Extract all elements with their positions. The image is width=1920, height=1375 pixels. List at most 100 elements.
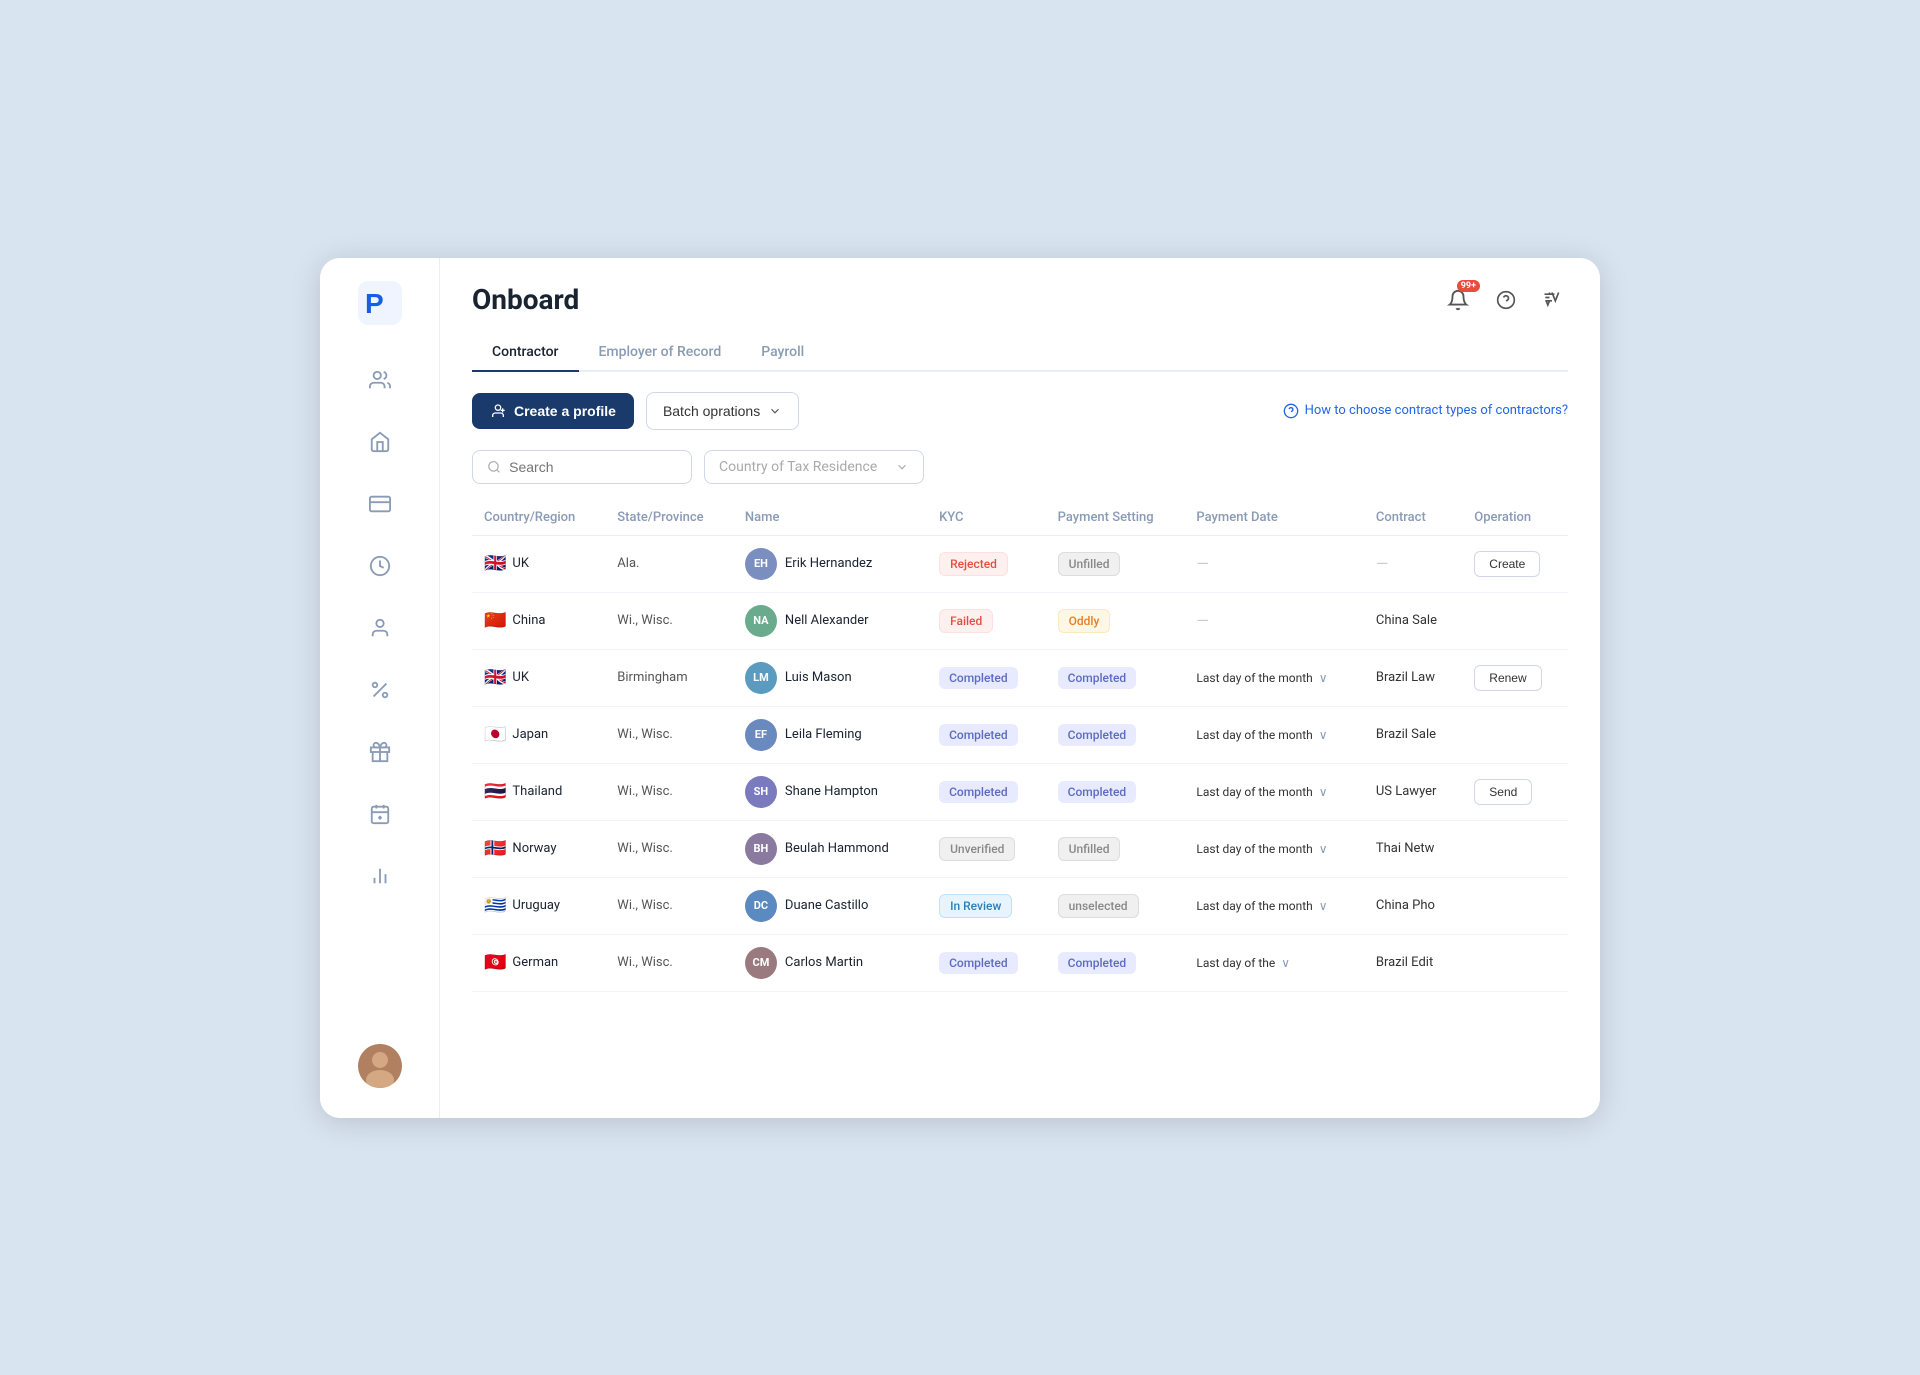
cell-name: DCDuane Castillo: [733, 877, 927, 934]
cell-contract: US Lawyer: [1364, 763, 1462, 820]
cell-name: NANell Alexander: [733, 592, 927, 649]
cell-name: EFLeila Fleming: [733, 706, 927, 763]
translate-button[interactable]: [1536, 284, 1568, 316]
cell-state: Wi., Wisc.: [605, 592, 733, 649]
col-country: Country/Region: [472, 500, 605, 536]
cell-name: EHErik Hernandez: [733, 535, 927, 592]
cell-state: Wi., Wisc.: [605, 877, 733, 934]
cell-contract: Brazil Law: [1364, 649, 1462, 706]
country-filter-dropdown[interactable]: Country of Tax Residence: [704, 450, 924, 484]
toolbar-left: Create a profile Batch oprations: [472, 392, 799, 430]
search-box[interactable]: [472, 450, 692, 484]
tab-contractor[interactable]: Contractor: [472, 334, 579, 372]
payment-date-chevron[interactable]: ∨: [1319, 728, 1328, 742]
cell-kyc: Unverified: [927, 820, 1046, 877]
toolbar: Create a profile Batch oprations How to …: [440, 372, 1600, 450]
cell-state: Wi., Wisc.: [605, 763, 733, 820]
batch-operations-button[interactable]: Batch oprations: [646, 392, 799, 430]
cell-payment-setting: Unfilled: [1046, 535, 1185, 592]
sidebar-item-user[interactable]: [358, 606, 402, 650]
table-row: 🇹🇭ThailandWi., Wisc.SHShane HamptonCompl…: [472, 763, 1568, 820]
col-operation: Operation: [1462, 500, 1568, 536]
chevron-down-icon: [895, 460, 909, 474]
cell-payment-setting: Completed: [1046, 763, 1185, 820]
tab-payroll[interactable]: Payroll: [741, 334, 824, 372]
table-row: 🇯🇵JapanWi., Wisc.EFLeila FlemingComplete…: [472, 706, 1568, 763]
operation-button[interactable]: Send: [1474, 779, 1532, 805]
cell-contract: Brazil Sale: [1364, 706, 1462, 763]
payment-date-chevron[interactable]: ∨: [1319, 842, 1328, 856]
cell-country: 🇹🇭Thailand: [472, 763, 605, 820]
cell-payment-setting: Unfilled: [1046, 820, 1185, 877]
col-name: Name: [733, 500, 927, 536]
logo[interactable]: P: [355, 278, 405, 328]
sidebar-item-home[interactable]: [358, 420, 402, 464]
cell-kyc: Completed: [927, 934, 1046, 991]
create-profile-button[interactable]: Create a profile: [472, 393, 634, 429]
cell-state: Wi., Wisc.: [605, 706, 733, 763]
cell-contract: Brazil Edit: [1364, 934, 1462, 991]
header-actions: 99+: [1440, 282, 1568, 318]
col-contract: Contract: [1364, 500, 1462, 536]
sidebar-item-people[interactable]: [358, 358, 402, 402]
cell-state: Birmingham: [605, 649, 733, 706]
sidebar-item-percent[interactable]: [358, 668, 402, 712]
page-title: Onboard: [472, 283, 579, 316]
payment-date-chevron[interactable]: ∨: [1319, 785, 1328, 799]
cell-contract: China Sale: [1364, 592, 1462, 649]
cell-state: Ala.: [605, 535, 733, 592]
col-payment-date: Payment Date: [1184, 500, 1363, 536]
cell-kyc: Completed: [927, 763, 1046, 820]
cell-kyc: In Review: [927, 877, 1046, 934]
svg-text:P: P: [365, 288, 384, 319]
cell-payment-date: Last day of the month∨: [1184, 649, 1363, 706]
cell-operation: [1462, 934, 1568, 991]
sidebar-item-gift[interactable]: [358, 730, 402, 774]
sidebar: P: [320, 258, 440, 1118]
table-wrapper: Country/Region State/Province Name KYC P…: [440, 500, 1600, 1118]
cell-operation: [1462, 877, 1568, 934]
cell-country: 🇬🇧UK: [472, 649, 605, 706]
cell-kyc: Failed: [927, 592, 1046, 649]
tab-employer[interactable]: Employer of Record: [579, 334, 742, 372]
cell-name: SHShane Hampton: [733, 763, 927, 820]
search-input[interactable]: [509, 459, 677, 475]
sidebar-item-chart[interactable]: [358, 854, 402, 898]
tabs: Contractor Employer of Record Payroll: [472, 334, 1568, 372]
notification-button[interactable]: 99+: [1440, 282, 1476, 318]
cell-operation: [1462, 706, 1568, 763]
cell-contract: Thai Netw: [1364, 820, 1462, 877]
operation-button[interactable]: Create: [1474, 551, 1540, 577]
cell-payment-date: Last day of the month∨: [1184, 763, 1363, 820]
sidebar-item-card[interactable]: [358, 482, 402, 526]
payment-date-chevron[interactable]: ∨: [1281, 956, 1290, 970]
cell-payment-date: Last day of the∨: [1184, 934, 1363, 991]
cell-kyc: Completed: [927, 706, 1046, 763]
avatar[interactable]: [358, 1044, 402, 1088]
help-button[interactable]: [1490, 284, 1522, 316]
notification-badge: 99+: [1457, 280, 1480, 292]
sidebar-nav: [358, 358, 402, 1024]
sidebar-item-calendar[interactable]: [358, 792, 402, 836]
sidebar-item-clock[interactable]: [358, 544, 402, 588]
cell-contract: China Pho: [1364, 877, 1462, 934]
payment-date-chevron[interactable]: ∨: [1319, 899, 1328, 913]
header-top: Onboard 99+: [472, 282, 1568, 318]
table-row: 🇬🇧UKBirminghamLMLuis MasonCompletedCompl…: [472, 649, 1568, 706]
contract-types-help-link[interactable]: How to choose contract types of contract…: [1283, 403, 1568, 419]
cell-country: 🇬🇧UK: [472, 535, 605, 592]
cell-payment-date: —: [1184, 592, 1363, 649]
payment-date-chevron[interactable]: ∨: [1319, 671, 1328, 685]
create-btn-label: Create a profile: [514, 403, 616, 419]
cell-payment-date: Last day of the month∨: [1184, 820, 1363, 877]
contractors-table: Country/Region State/Province Name KYC P…: [472, 500, 1568, 992]
batch-btn-label: Batch oprations: [663, 403, 760, 419]
table-header-row: Country/Region State/Province Name KYC P…: [472, 500, 1568, 536]
cell-country: 🇺🇾Uruguay: [472, 877, 605, 934]
header: Onboard 99+: [440, 258, 1600, 372]
operation-button[interactable]: Renew: [1474, 665, 1541, 691]
cell-payment-date: —: [1184, 535, 1363, 592]
cell-country: 🇨🇳China: [472, 592, 605, 649]
table-row: 🇬🇧UKAla.EHErik HernandezRejectedUnfilled…: [472, 535, 1568, 592]
cell-operation: Create: [1462, 535, 1568, 592]
